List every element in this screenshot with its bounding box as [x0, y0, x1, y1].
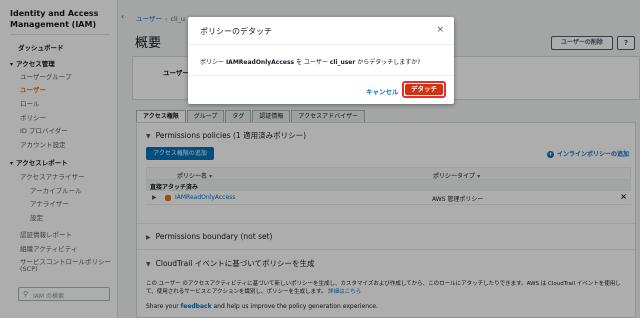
- dialog-policy-name: IAMReadOnlyAccess: [225, 59, 295, 66]
- dialog-message-mid: を ユーザー: [296, 59, 328, 66]
- detach-button-highlight: デタッチ: [402, 81, 446, 98]
- divider: [188, 75, 454, 76]
- dialog-user-name: cli_user: [329, 59, 356, 66]
- detach-button[interactable]: デタッチ: [405, 84, 443, 95]
- dialog-message: ポリシー IAMReadOnlyAccess を ユーザー cli_user か…: [200, 57, 420, 66]
- divider: [188, 44, 454, 45]
- dialog-message-pre: ポリシー: [200, 59, 225, 66]
- close-icon[interactable]: ×: [436, 25, 444, 35]
- detach-policy-dialog: ポリシーのデタッチ × ポリシー IAMReadOnlyAccess を ユーザ…: [188, 17, 454, 104]
- dialog-title: ポリシーのデタッチ: [200, 27, 272, 36]
- cancel-button[interactable]: キャンセル: [366, 86, 399, 96]
- dialog-message-post: からデタッチしますか?: [357, 59, 421, 66]
